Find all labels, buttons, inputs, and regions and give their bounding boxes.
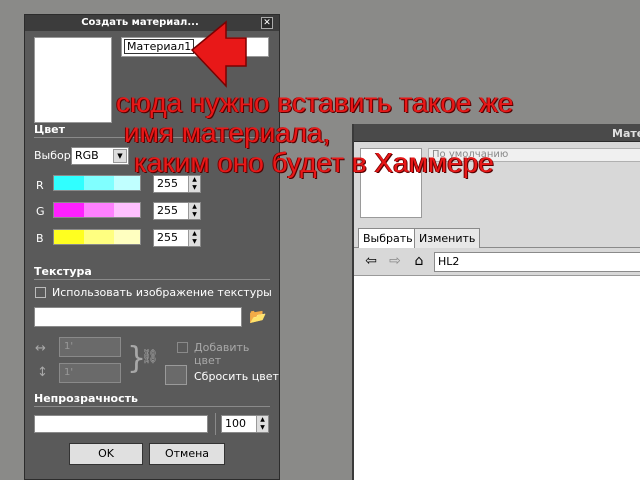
color-section-heading: Цвет (34, 123, 66, 136)
use-texture-checkbox[interactable] (35, 287, 46, 298)
cancel-button[interactable]: Отмена (149, 443, 225, 465)
texture-section-heading: Текстура (34, 265, 92, 278)
height-arrows-icon: ↕ (37, 365, 48, 380)
texture-height-input[interactable]: 1' (59, 363, 121, 383)
home-icon[interactable]: ⌂ (410, 253, 428, 271)
close-icon[interactable]: ✕ (261, 17, 273, 29)
tab-select[interactable]: Выбрать (358, 228, 418, 248)
opacity-divider (215, 413, 216, 435)
channel-label-r: R (36, 179, 44, 192)
material-browser-tabs: Выбрать Изменить (354, 226, 640, 248)
color-model-value: RGB (75, 149, 99, 162)
spinner-arrows-icon[interactable]: ▲ ▼ (188, 176, 200, 192)
texture-section-divider (34, 279, 270, 280)
red-value: 255 (157, 177, 178, 190)
add-color-label: Добавить цвет (194, 341, 250, 367)
ok-button[interactable]: OK (69, 443, 143, 465)
green-value-spinner[interactable]: 255 ▲ ▼ (153, 202, 201, 220)
red-slider-segment-1 (54, 176, 84, 190)
annotation-line-2: имя материала, (124, 117, 331, 148)
red-slider-segment-3 (114, 176, 140, 190)
tab-edit[interactable]: Изменить (414, 228, 481, 248)
blue-slider-segment-1 (54, 230, 84, 244)
blue-slider-segment-3 (114, 230, 140, 244)
use-texture-label: Использовать изображение текстуры (52, 286, 272, 299)
opacity-section-heading: Непрозрачность (34, 392, 138, 405)
annotation-arrow-icon (190, 20, 247, 88)
green-slider-segment-2 (84, 203, 114, 217)
blue-value: 255 (157, 231, 178, 244)
spinner-arrows-icon[interactable]: ▲ ▼ (256, 416, 268, 432)
forward-arrow-icon[interactable]: ⇨ (386, 253, 404, 271)
opacity-value-spinner[interactable]: 100 ▲ ▼ (221, 415, 269, 433)
texture-path-input[interactable] (34, 307, 242, 327)
annotation-line-3: каким оно будет в Хаммере (134, 147, 494, 178)
blue-value-spinner[interactable]: 255 ▲ ▼ (153, 229, 201, 247)
green-slider-segment-1 (54, 203, 84, 217)
reset-color-swatch[interactable] (165, 365, 187, 385)
green-slider-segment-3 (114, 203, 140, 217)
reset-color-label[interactable]: Сбросить цвет (194, 370, 279, 383)
green-value: 255 (157, 204, 178, 217)
browse-folder-icon[interactable]: 📂 (249, 309, 266, 325)
green-channel-slider[interactable] (53, 202, 141, 218)
width-arrows-icon: ↔ (35, 341, 46, 356)
channel-label-g: G (36, 205, 45, 218)
opacity-section-divider (34, 406, 270, 407)
texture-width-input[interactable]: 1' (59, 337, 121, 357)
blue-slider-segment-2 (84, 230, 114, 244)
spinner-arrows-icon[interactable]: ▲ ▼ (188, 203, 200, 219)
material-name-value: Материал1 (124, 39, 195, 54)
opacity-slider[interactable] (34, 415, 208, 433)
red-slider-segment-2 (84, 176, 114, 190)
add-color-checkbox[interactable] (177, 342, 188, 353)
library-path-field[interactable]: HL2 (434, 252, 640, 272)
opacity-value: 100 (225, 417, 246, 430)
spinner-arrows-icon[interactable]: ▲ ▼ (188, 230, 200, 246)
select-label: Выбор: (34, 149, 75, 162)
material-preview (34, 37, 112, 123)
blue-channel-slider[interactable] (53, 229, 141, 245)
annotation-text: сюда нужно вставить такое же имя материа… (116, 88, 636, 178)
chain-link-icon[interactable]: ⛓ (141, 349, 159, 365)
annotation-line-1: сюда нужно вставить такое же (116, 87, 514, 118)
material-browser-nav: ⇦ ⇨ ⌂ HL2 (354, 248, 640, 276)
channel-label-b: B (36, 232, 44, 245)
back-arrow-icon[interactable]: ⇦ (362, 253, 380, 271)
